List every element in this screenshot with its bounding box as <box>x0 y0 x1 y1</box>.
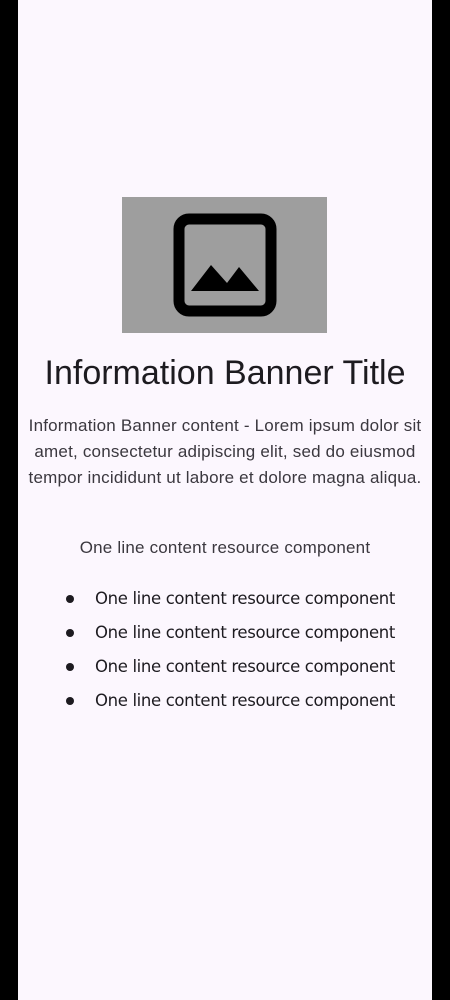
resource-line: One line content resource component <box>79 538 371 557</box>
list-item: One line content resource component <box>18 654 432 688</box>
image-placeholder-icon <box>173 213 276 317</box>
bullet-dot-icon <box>66 697 74 705</box>
list-item: One line content resource component <box>18 620 432 654</box>
list-item: One line content resource component <box>18 688 432 722</box>
bullet-text: One line content resource component <box>95 623 395 642</box>
bullet-dot-icon <box>66 595 74 603</box>
bullet-list: One line content resource component One … <box>18 586 432 722</box>
bullet-text: One line content resource component <box>95 691 395 710</box>
bullet-text: One line content resource component <box>95 657 395 676</box>
banner-title: Information Banner Title <box>44 354 406 392</box>
bullet-dot-icon <box>66 629 74 637</box>
list-item: One line content resource component <box>18 586 432 620</box>
banner-content: Information Banner content - Lorem ipsum… <box>28 416 422 487</box>
banner-image <box>122 197 327 333</box>
bullet-text: One line content resource component <box>95 589 395 608</box>
bullet-dot-icon <box>66 663 74 671</box>
screen: Information Banner Title Information Ban… <box>18 0 432 1000</box>
